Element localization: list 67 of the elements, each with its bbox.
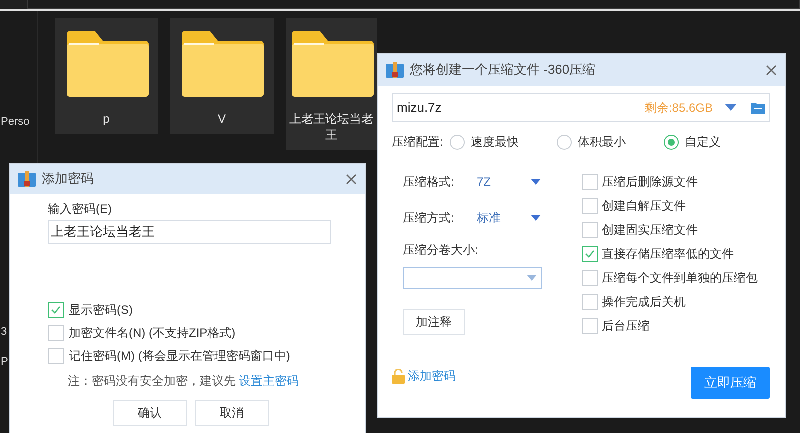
checkbox-label: 压缩后删除源文件 — [602, 174, 698, 191]
caret-icon — [527, 275, 537, 281]
folder-name: V — [216, 111, 227, 127]
archive-icon — [386, 62, 404, 78]
checkbox-label: 创建自解压文件 — [602, 198, 686, 215]
checkbox-label: 创建固实压缩文件 — [602, 222, 698, 239]
folder-icon — [64, 31, 148, 97]
confirm-button[interactable]: 确认 — [113, 400, 187, 426]
checkbox-label: 直接存储压缩率低的文件 — [602, 246, 734, 263]
folder-tile[interactable]: V — [170, 18, 274, 134]
password-field[interactable]: 上老王论坛当老王 — [48, 220, 331, 244]
checkbox[interactable] — [48, 302, 64, 318]
checkbox-label: 压缩每个文件到单独的压缩包 — [602, 270, 758, 287]
check-icon — [585, 250, 595, 258]
archive-icon — [18, 171, 36, 187]
folder-tile[interactable]: p — [55, 18, 158, 134]
checkbox[interactable] — [582, 174, 598, 190]
checkbox[interactable] — [582, 246, 598, 262]
comment-button[interactable]: 加注释 — [403, 309, 465, 335]
checkbox-label: 显示密码(S) — [69, 302, 133, 319]
cancel-button[interactable]: 取消 — [195, 400, 269, 426]
sidebar-item[interactable]: Perso — [1, 114, 30, 130]
dialog-title: 您将创建一个压缩文件 -360压缩 — [410, 61, 596, 80]
note-text: 注：密码没有安全加密，建议先 — [68, 373, 236, 390]
folder-name: 上老王论坛当老王 — [288, 111, 374, 143]
folder-name: p — [102, 111, 111, 127]
folder-tile[interactable]: 上老王论坛当老王 — [286, 18, 377, 150]
split-size-label: 压缩分卷大小: — [403, 242, 480, 259]
radio-option[interactable]: 自定义 — [664, 133, 771, 151]
checkbox-label: 记住密码(M) (将会显示在管理密码窗口中) — [69, 348, 290, 365]
format-dropdown[interactable]: 7Z — [477, 173, 541, 191]
checkbox[interactable] — [582, 198, 598, 214]
format-label: 压缩格式: — [403, 174, 456, 191]
close-icon[interactable] — [766, 64, 777, 76]
set-master-password-link[interactable]: 设置主密码 — [239, 372, 299, 390]
checkbox[interactable] — [582, 294, 598, 310]
add-password-link[interactable]: 添加密码 — [408, 367, 456, 385]
folder-icon — [290, 31, 374, 97]
check-icon — [51, 306, 61, 314]
profile-label: 压缩配置: — [392, 134, 444, 151]
checkbox-label: 操作完成后关机 — [602, 294, 686, 311]
checkbox-label: 加密文件名(N) (不支持ZIP格式) — [69, 325, 236, 342]
method-dropdown[interactable]: 标准 — [477, 209, 541, 227]
field-label: 输入密码(E) — [48, 201, 113, 217]
checkbox-label: 后台压缩 — [602, 318, 650, 335]
checkbox[interactable] — [582, 270, 598, 286]
close-icon[interactable] — [346, 174, 357, 184]
free-space-text: 剩余:85.6GB — [644, 100, 713, 116]
dropdown-icon[interactable] — [725, 104, 737, 111]
folder-icon[interactable] — [751, 102, 765, 114]
caret-icon — [531, 215, 541, 221]
radio-option[interactable]: 速度最快 — [450, 133, 557, 151]
filename-field[interactable]: mizu.7z 剩余:85.6GB — [392, 93, 770, 122]
dialog-title: 添加密码 — [42, 170, 94, 188]
checkbox[interactable] — [582, 222, 598, 238]
address-bar[interactable] — [27, 0, 800, 9]
radio-option[interactable]: 体积最小 — [557, 133, 664, 151]
checkbox[interactable] — [48, 325, 64, 341]
checkbox[interactable] — [582, 318, 598, 334]
folder-icon — [180, 31, 264, 97]
checkbox[interactable] — [48, 348, 64, 364]
sidebar-item[interactable]: 3 — [1, 324, 8, 340]
sidebar-item[interactable]: P — [1, 354, 8, 370]
caret-icon — [531, 179, 541, 185]
split-size-dropdown[interactable] — [403, 267, 542, 289]
method-label: 压缩方式: — [403, 210, 456, 227]
unlocked-padlock-icon — [392, 368, 405, 384]
